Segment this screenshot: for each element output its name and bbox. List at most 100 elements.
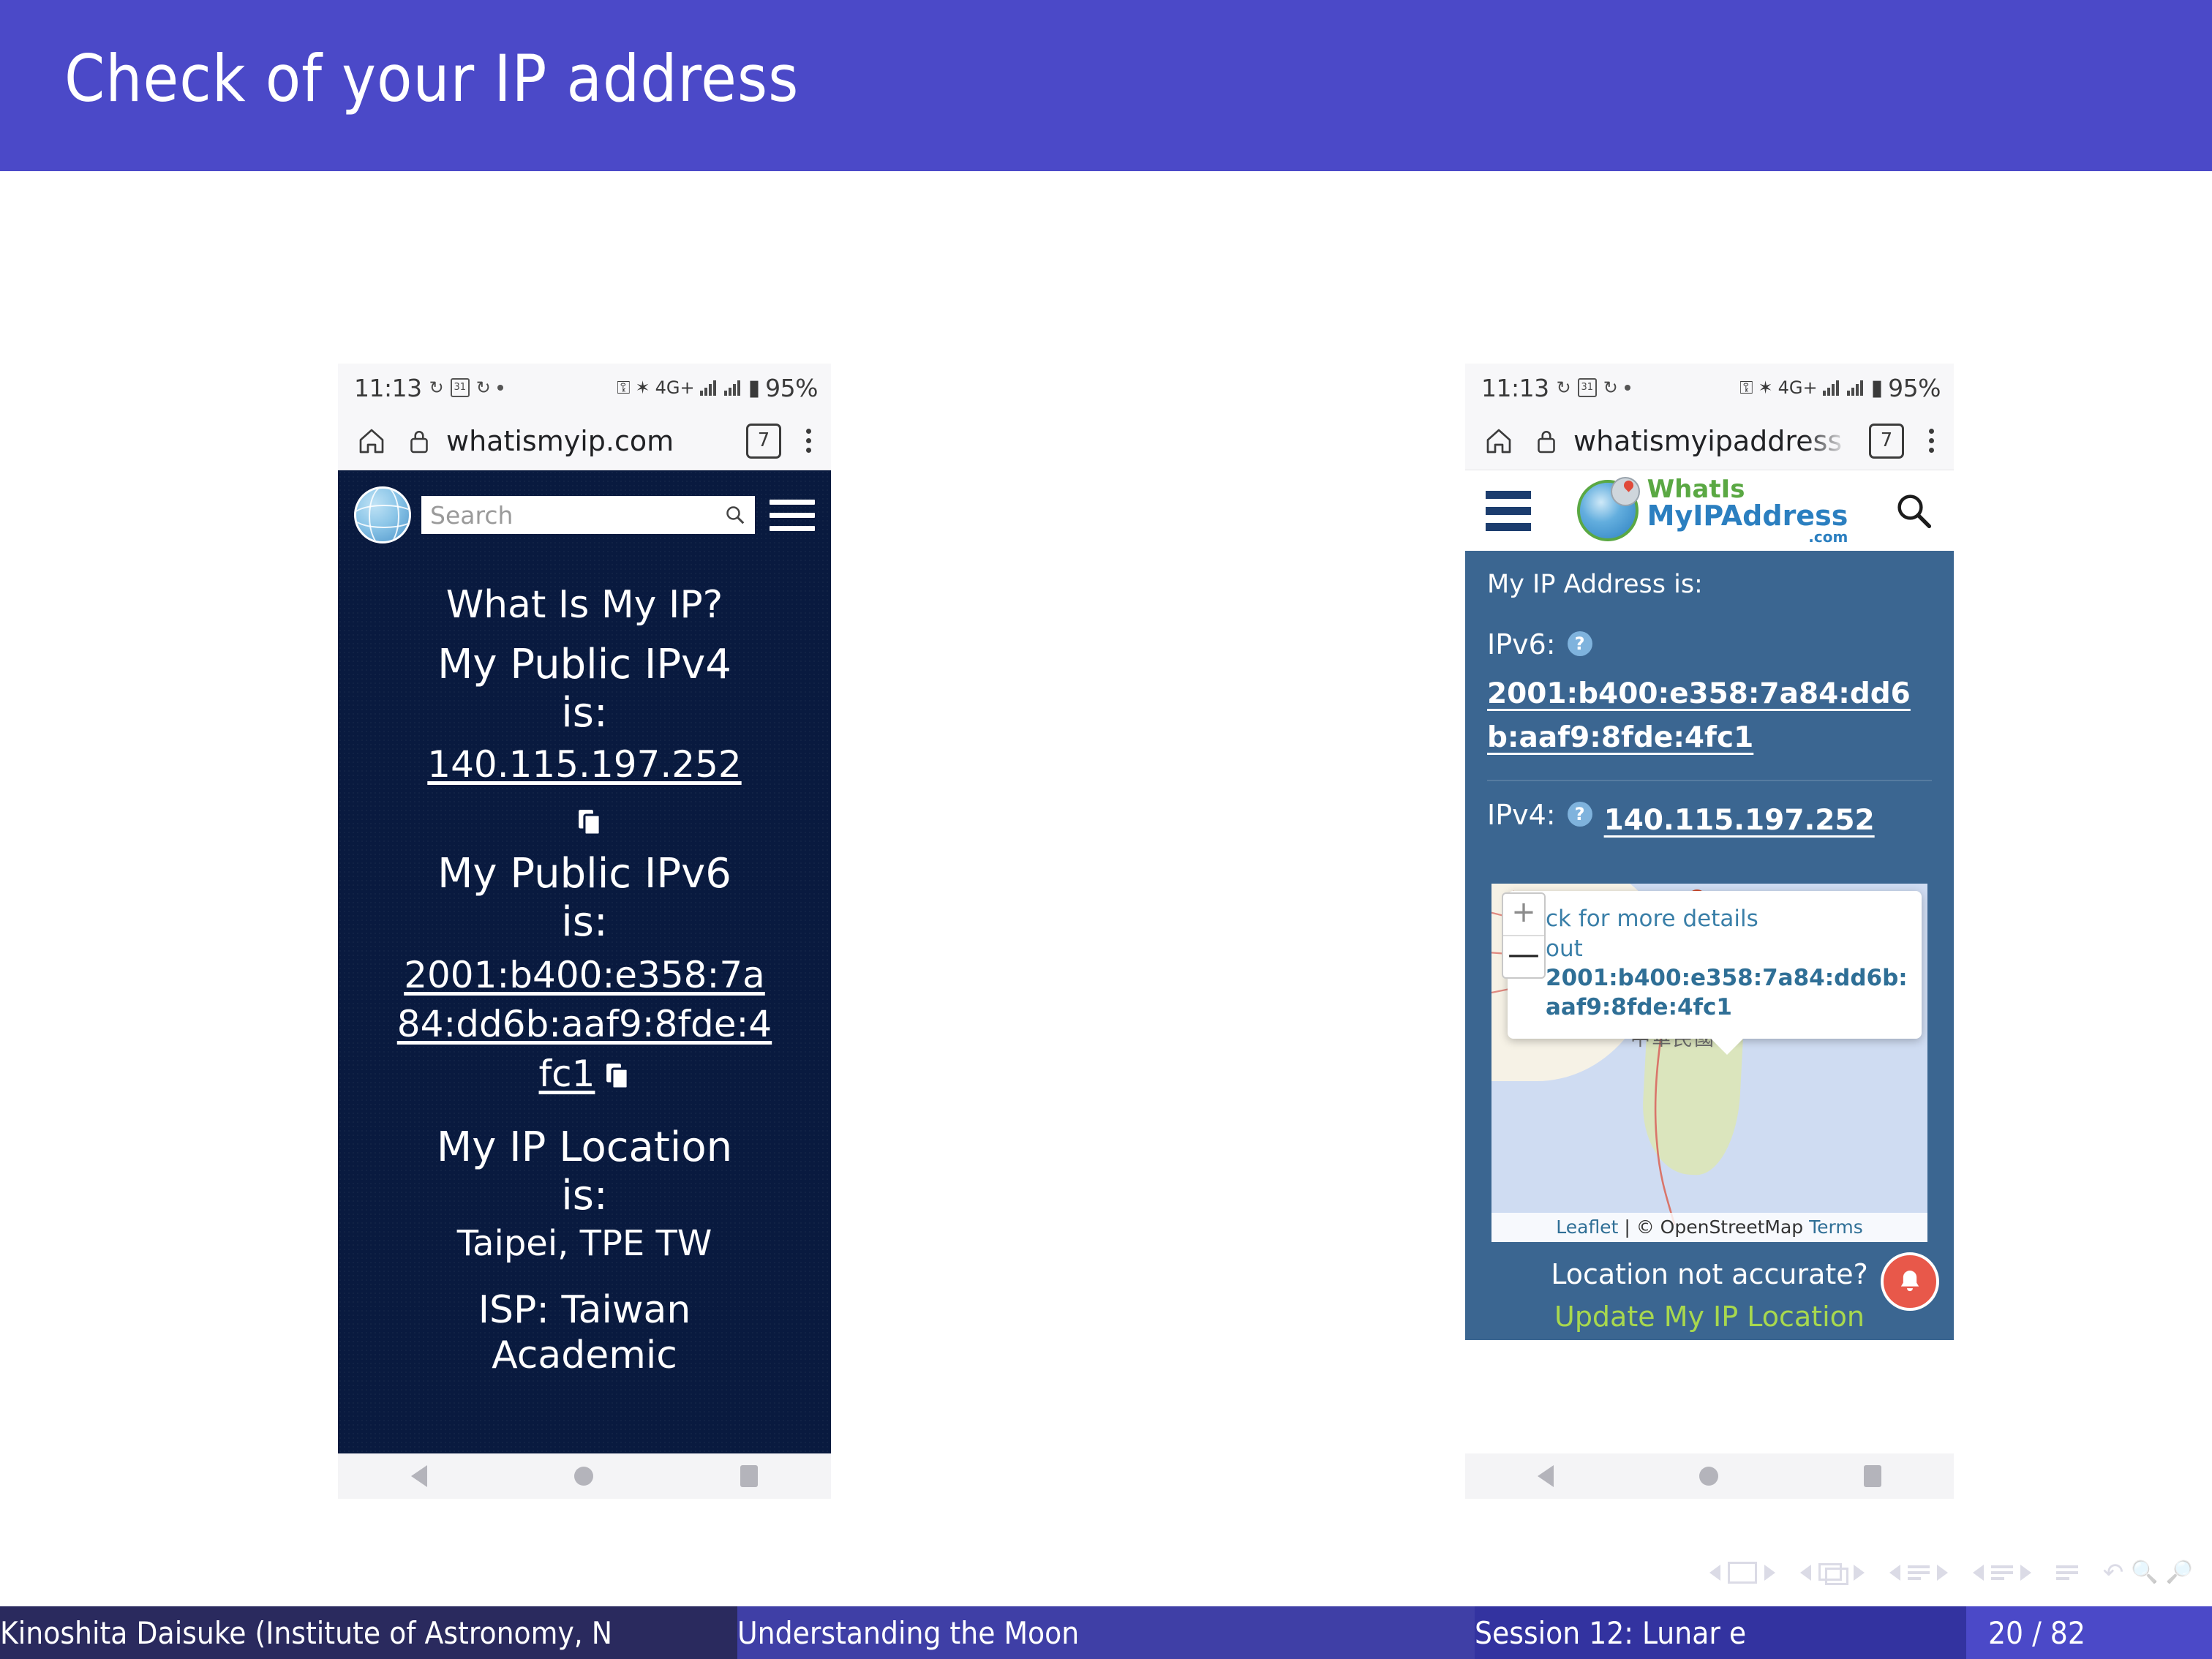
map-popup-line-2: out (1546, 935, 1583, 962)
home-button-icon[interactable] (573, 1467, 593, 1486)
status-right-icons: ⚿ ✶ 4G+ ▮ 95% (1739, 374, 1941, 402)
slide-title-bar: Check of your IP address (0, 0, 2212, 171)
search-placeholder: Search (430, 500, 514, 530)
brand-part-2: MyIPAddress (1647, 500, 1848, 532)
bluetooth-icon: ✶ (635, 377, 650, 398)
overflow-menu-icon[interactable] (797, 429, 819, 453)
next-section-icon[interactable] (2020, 1565, 2031, 1581)
prev-subsection-icon[interactable] (1889, 1565, 1900, 1581)
back-button-icon[interactable] (1538, 1465, 1554, 1487)
zoom-out-icon[interactable]: 🔍 (2131, 1562, 2158, 1584)
nav-group-slide[interactable] (1709, 1562, 1775, 1584)
home-icon[interactable] (1484, 426, 1513, 456)
home-icon[interactable] (357, 426, 386, 456)
tab-count-button[interactable]: 7 (746, 423, 781, 459)
prev-frame-icon[interactable] (1799, 1565, 1811, 1581)
search-icon[interactable] (724, 504, 746, 526)
location-accuracy-section: Location not accurate? Update My IP Loca… (1465, 1242, 1954, 1341)
brand-part-3: .com (1808, 528, 1848, 546)
nav-group-section[interactable] (1972, 1565, 2031, 1581)
search-icon[interactable] (1894, 491, 1933, 530)
next-subsection-icon[interactable] (1936, 1565, 1948, 1581)
copy-icon[interactable] (605, 1061, 630, 1091)
next-frame-icon[interactable] (1853, 1565, 1865, 1581)
browser-url-bar-left: whatismyip.com 7 (338, 412, 831, 470)
status-left-icons: ↻ 31 ↻ (429, 377, 503, 398)
undo-icon[interactable]: ↶ (2103, 1560, 2124, 1585)
brand-part-1: WhatIs (1647, 475, 1745, 504)
url-text[interactable]: whatismyipaddress (1573, 425, 1842, 457)
url-text[interactable]: whatismyip.com (446, 425, 674, 457)
sync-icon-2: ↻ (475, 377, 491, 398)
ipv6-value[interactable]: 2001:b400:e358:7a84:dd6b:aaf9:8fde:4fc1 (1487, 672, 1932, 761)
prev-section-icon[interactable] (1972, 1565, 1984, 1581)
footline-page-number: 20 / 82 (1966, 1606, 2212, 1659)
lock-icon (410, 430, 428, 453)
map-popup[interactable]: ck for more details out 2001:b400:e358:7… (1508, 891, 1922, 1055)
ipv6-is-word: is: (561, 898, 608, 946)
document-icon (2055, 1565, 2078, 1580)
help-icon[interactable]: ? (1567, 801, 1592, 827)
search-input[interactable]: Search (421, 496, 755, 534)
slide-icon (1727, 1562, 1757, 1584)
zoom-out-button[interactable]: — (1503, 936, 1544, 977)
overflow-menu-icon[interactable] (1920, 429, 1942, 453)
leaflet-map[interactable]: 中華民國 + — ck for more details out 2001:b4… (1491, 884, 1927, 1243)
home-button-icon[interactable] (1698, 1467, 1718, 1486)
map-attribution: Leaflet | © OpenStreetMap Terms (1491, 1213, 1927, 1243)
globe-logo-icon (354, 486, 411, 543)
zoom-in-icon[interactable]: 🔎 (2166, 1562, 2193, 1584)
battery-percent: 95% (765, 373, 818, 402)
site-logo[interactable]: WhatIs MyIPAddress .com (1531, 477, 1894, 544)
map-container: 中華民國 + — ck for more details out 2001:b4… (1465, 865, 1954, 1243)
recents-button-icon[interactable] (1863, 1465, 1881, 1487)
copy-icon[interactable] (577, 808, 602, 837)
ipv4-value[interactable]: 140.115.197.252 (338, 741, 831, 789)
vpn-key-icon: ⚿ (1739, 377, 1753, 398)
hamburger-menu-icon[interactable] (1486, 490, 1531, 531)
isp-value-continued: Academic (492, 1333, 677, 1378)
site-header-left: Search (338, 470, 831, 557)
android-nav-bar-right (1465, 1453, 1954, 1499)
ip-info-block: My IP Address is: IPv6: ? 2001:b400:e358… (1465, 551, 1954, 865)
sync-icon-2: ↻ (1603, 377, 1618, 398)
page-heading: What Is My IP? (445, 583, 723, 627)
location-value: Taipei, TPE TW (456, 1223, 712, 1265)
map-popup-ip[interactable]: 2001:b400:e358:7a84:dd6b:aaf9:8fde:4fc1 (1546, 963, 1910, 1023)
update-ip-location-link[interactable]: Update My IP Location (1491, 1301, 1927, 1333)
signal-icon-1 (1822, 380, 1842, 396)
android-status-bar-left: 11:13 ↻ 31 ↻ ⚿ ✶ 4G+ ▮ 95% (338, 364, 831, 412)
tab-count-button[interactable]: 7 (1869, 423, 1904, 459)
whatismyip-content: What Is My IP? My Public IPv4 is: 140.11… (338, 557, 831, 1379)
dot-icon (1624, 385, 1630, 391)
map-zoom-controls[interactable]: + — (1502, 892, 1546, 979)
site-header-right: WhatIs MyIPAddress .com (1465, 470, 1954, 551)
battery-icon: ▮ (1870, 375, 1884, 401)
nav-group-tools[interactable]: ↶ 🔍 🔎 (2103, 1560, 2193, 1585)
network-type-label: 4G+ (655, 377, 695, 398)
android-nav-bar-left (338, 1453, 831, 1499)
location-is-word: is: (561, 1172, 608, 1220)
footline-title: Understanding the Moon (737, 1606, 1475, 1659)
nav-group-subsection[interactable] (1889, 1565, 1948, 1581)
globe-logo-icon (1576, 477, 1640, 541)
leaflet-link[interactable]: Leaflet (1556, 1216, 1618, 1238)
whatismyipaddress-page: WhatIs MyIPAddress .com My IP Address is… (1465, 470, 1954, 1453)
ipv4-value[interactable]: 140.115.197.252 (1604, 799, 1875, 843)
terms-link[interactable]: Terms (1809, 1216, 1863, 1238)
ipv6-value[interactable]: 2001:b400:e358:7a 84:dd6b:aaf9:8fde:4 fc… (338, 951, 831, 1099)
nav-group-doc[interactable] (2055, 1565, 2078, 1580)
ipv6-label: My Public IPv6 (437, 849, 731, 898)
zoom-in-button[interactable]: + (1503, 894, 1544, 937)
back-button-icon[interactable] (411, 1465, 428, 1487)
map-popup-line-1: ck for more details (1546, 906, 1758, 933)
phone-screenshot-right: 11:13 ↻ 31 ↻ ⚿ ✶ 4G+ ▮ 95% whatismyipadd… (1465, 364, 1954, 1499)
next-slide-icon[interactable] (1764, 1565, 1775, 1581)
prev-slide-icon[interactable] (1709, 1565, 1720, 1581)
hamburger-menu-icon[interactable] (770, 499, 815, 531)
isp-value: ISP: Taiwan (478, 1287, 691, 1332)
nav-group-frame[interactable] (1799, 1563, 1865, 1585)
help-icon[interactable]: ? (1567, 631, 1592, 656)
recents-button-icon[interactable] (740, 1465, 758, 1487)
notification-bell-button[interactable] (1881, 1252, 1939, 1312)
